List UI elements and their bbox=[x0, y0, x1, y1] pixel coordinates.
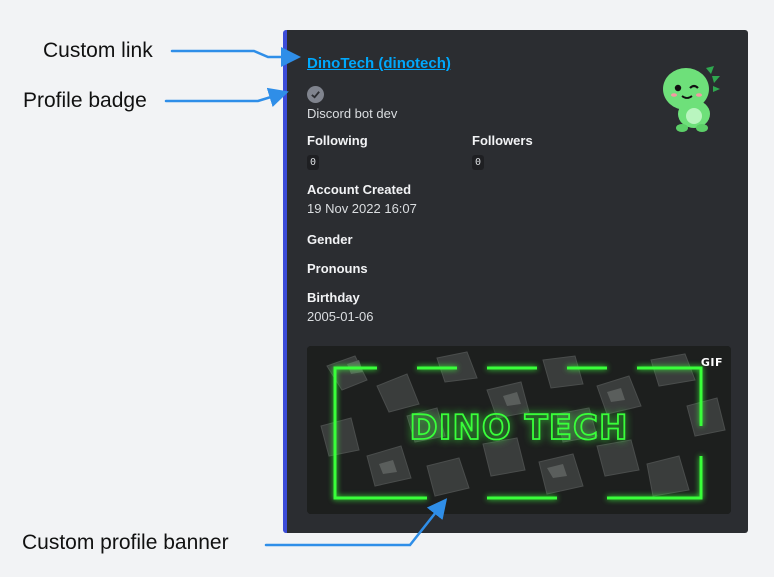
arrow-custom-profile-banner bbox=[264, 498, 448, 547]
annotation-arrows bbox=[164, 47, 448, 547]
arrow-profile-badge bbox=[164, 87, 289, 107]
arrow-custom-link bbox=[170, 47, 301, 67]
